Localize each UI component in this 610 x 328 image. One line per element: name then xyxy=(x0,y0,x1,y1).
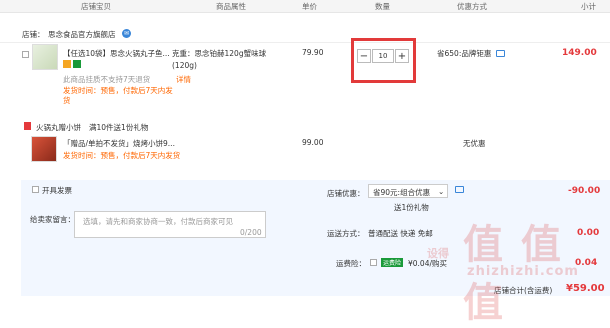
item1-subtotal: 149.00 xyxy=(562,48,597,58)
shop-discount-value: 省90元:组合优惠 xyxy=(373,188,431,197)
insurance-checkbox[interactable] xyxy=(370,259,377,266)
shop-discount-select[interactable]: 省90元:组合优惠 ⌄ xyxy=(368,184,448,198)
cart-header: 店铺宝贝 商品属性 单价 数量 优惠方式 小计 xyxy=(0,0,610,13)
message-textarea[interactable]: 选填，请先和商家协商一致，付款后商家可见 0/200 xyxy=(74,211,266,238)
gift-icon xyxy=(24,122,31,130)
chevron-down-icon: ⌄ xyxy=(438,187,445,196)
message-placeholder: 选填，请先和商家协商一致，付款后商家可见 xyxy=(83,217,233,226)
item2-thumbnail[interactable] xyxy=(31,136,57,162)
qty-input[interactable]: 10 xyxy=(372,49,394,63)
insurance-tag: 运费险 xyxy=(381,258,404,267)
item2-discount: 无优惠 xyxy=(463,139,486,148)
item1-attr[interactable]: 克重：思念铂赫120g蟹味球(120g) xyxy=(172,48,284,72)
item2-ship-time: 发货时间：预售，付款后7天内发货 xyxy=(63,151,181,160)
qty-minus-button[interactable]: − xyxy=(357,49,371,63)
header-col-discount: 优惠方式 xyxy=(457,2,487,11)
item1-thumbnail[interactable] xyxy=(32,44,58,70)
item1-checkbox[interactable] xyxy=(22,51,29,58)
shop-discount-gift: 送1份礼物 xyxy=(394,203,429,212)
promo-icon xyxy=(63,60,71,68)
item1-price: 79.90 xyxy=(302,48,324,57)
header-col-attr: 商品属性 xyxy=(216,2,246,11)
item1-notice-link[interactable]: 详情 xyxy=(176,74,191,85)
promo-desc: 满10件送1份礼物 xyxy=(89,123,149,132)
shipping-label: 运送方式： xyxy=(327,229,365,238)
shop-discount-label: 店铺优惠： xyxy=(327,189,365,198)
insurance-label: 运费险： xyxy=(336,259,366,268)
store-name-link[interactable]: 思念食品官方旗舰店 xyxy=(48,29,116,40)
item2-price: 99.00 xyxy=(302,138,324,147)
qty-plus-button[interactable]: + xyxy=(395,49,409,63)
watermark-site: zhizhizhi.com xyxy=(467,264,579,279)
message-label: 给卖家留言： xyxy=(30,215,75,224)
header-col-price: 单价 xyxy=(302,2,317,11)
discount-info-icon-2[interactable] xyxy=(455,186,464,193)
invoice-checkbox[interactable] xyxy=(32,186,39,193)
header-col-item: 店铺宝贝 xyxy=(81,2,111,11)
invoice-label: 开具发票 xyxy=(42,186,72,195)
item1-title[interactable]: 【任选10袋】思念火锅丸子鱼... xyxy=(63,48,170,59)
watermark-small: 设得 xyxy=(427,247,449,260)
guarantee-icon xyxy=(73,60,81,68)
item1-notice: 此商品挂质不支持7天退货 xyxy=(63,75,151,84)
header-col-subtotal: 小计 xyxy=(581,2,596,11)
item2-title[interactable]: 「赠品/单拍不发货」烧烤小饼9... xyxy=(63,138,175,149)
promo-label: 火锅丸赠小饼 xyxy=(36,123,81,132)
store-prefix: 店铺： xyxy=(22,30,45,39)
item1-discount[interactable]: 省650:品牌钜惠 xyxy=(437,48,491,59)
discount-info-icon[interactable] xyxy=(496,50,505,57)
shop-discount-amount: -90.00 xyxy=(568,186,601,196)
shipping-value[interactable]: 普通配送 快递 免邮 xyxy=(368,228,433,239)
chat-icon[interactable]: ✉ xyxy=(122,29,131,38)
header-col-qty: 数量 xyxy=(375,2,390,11)
message-count: 0/200 xyxy=(240,228,262,237)
item1-ship-time: 发货时间：预售，付款后7天内发货 xyxy=(63,86,173,105)
